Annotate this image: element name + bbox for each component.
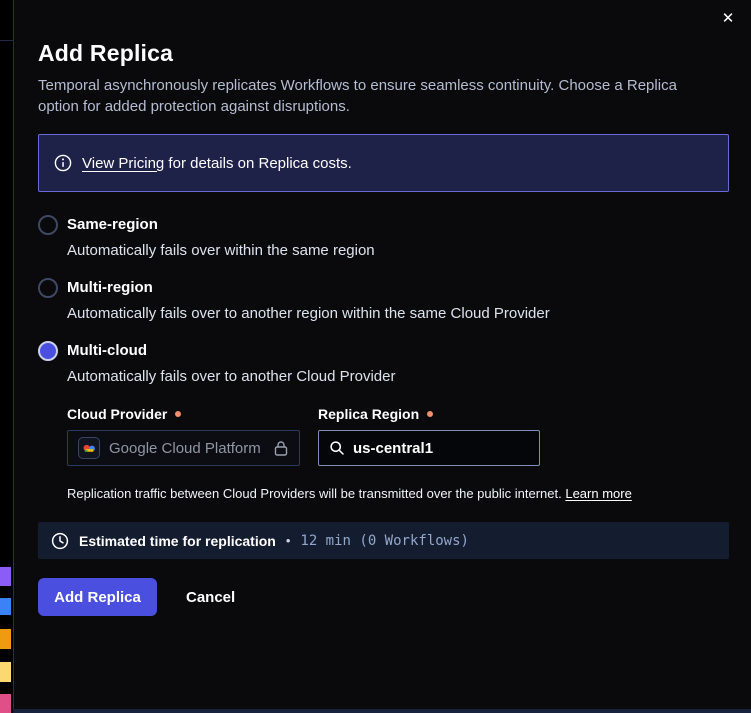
option-body: Multi-cloud Automatically fails over to … bbox=[67, 341, 632, 502]
public-internet-note: Replication traffic between Cloud Provid… bbox=[67, 485, 632, 502]
modal-subtitle: Temporal asynchronously replicates Workf… bbox=[38, 75, 716, 117]
radio-same-region[interactable] bbox=[38, 215, 58, 235]
modal-title: Add Replica bbox=[38, 40, 729, 67]
option-label: Multi-region bbox=[67, 278, 550, 298]
option-label: Same-region bbox=[67, 215, 375, 235]
multi-cloud-form: Cloud Provider bbox=[67, 405, 632, 466]
replica-region-field: Replica Region bbox=[318, 405, 540, 466]
lock-icon bbox=[273, 440, 289, 457]
replica-region-label: Replica Region bbox=[318, 405, 540, 423]
info-icon bbox=[54, 154, 72, 172]
field-label-text: Replica Region bbox=[318, 405, 419, 423]
cloud-provider-value: Google Cloud Platform bbox=[109, 440, 261, 457]
view-pricing-link[interactable]: View Pricing bbox=[82, 155, 164, 172]
option-body: Same-region Automatically fails over wit… bbox=[67, 215, 375, 261]
cloud-provider-field: Cloud Provider bbox=[67, 405, 300, 466]
learn-more-link[interactable]: Learn more bbox=[565, 486, 631, 501]
note-text: Replication traffic between Cloud Provid… bbox=[67, 486, 565, 501]
required-dot bbox=[427, 411, 433, 417]
backdrop-stripe bbox=[0, 598, 11, 615]
cancel-button[interactable]: Cancel bbox=[186, 589, 235, 606]
clock-icon bbox=[51, 532, 69, 550]
cloud-provider-label: Cloud Provider bbox=[67, 405, 300, 423]
option-description: Automatically fails over to another Clou… bbox=[67, 367, 632, 387]
banner-text-rest: for details on Replica costs. bbox=[164, 155, 352, 172]
option-body: Multi-region Automatically fails over to… bbox=[67, 278, 550, 324]
field-label-text: Cloud Provider bbox=[67, 405, 167, 423]
replica-region-input[interactable] bbox=[353, 440, 513, 457]
option-multi-cloud[interactable]: Multi-cloud Automatically fails over to … bbox=[38, 341, 729, 502]
option-description: Automatically fails over to another regi… bbox=[67, 304, 550, 324]
backdrop-stripe bbox=[0, 662, 11, 682]
gcp-icon bbox=[78, 437, 100, 459]
backdrop-bottom-strip bbox=[13, 709, 751, 713]
backdrop-stripe bbox=[0, 629, 11, 649]
close-icon: ✕ bbox=[722, 10, 735, 27]
backdrop-stripe bbox=[0, 694, 11, 713]
backdrop-divider bbox=[0, 40, 13, 41]
option-multi-region[interactable]: Multi-region Automatically fails over to… bbox=[38, 278, 729, 324]
add-replica-button[interactable]: Add Replica bbox=[38, 578, 157, 616]
close-button[interactable]: ✕ bbox=[717, 8, 739, 30]
replica-options: Same-region Automatically fails over wit… bbox=[38, 215, 729, 502]
option-description: Automatically fails over within the same… bbox=[67, 241, 375, 261]
pricing-banner: View Pricing for details on Replica cost… bbox=[38, 134, 729, 192]
replica-region-box[interactable] bbox=[318, 430, 540, 466]
modal-actions: Add Replica Cancel bbox=[38, 578, 729, 616]
backdrop-stripes bbox=[0, 0, 13, 713]
estimate-label: Estimated time for replication bbox=[79, 533, 276, 549]
page: ✕ Add Replica Temporal asynchronously re… bbox=[0, 0, 751, 713]
radio-multi-region[interactable] bbox=[38, 278, 58, 298]
estimate-value: 12 min (0 Workflows) bbox=[300, 533, 469, 549]
estimate-separator: • bbox=[286, 533, 291, 548]
add-replica-modal: ✕ Add Replica Temporal asynchronously re… bbox=[13, 0, 751, 709]
radio-multi-cloud[interactable] bbox=[38, 341, 58, 361]
estimate-bar: Estimated time for replication • 12 min … bbox=[38, 522, 729, 559]
backdrop-stripe bbox=[0, 567, 11, 586]
required-dot bbox=[175, 411, 181, 417]
option-same-region[interactable]: Same-region Automatically fails over wit… bbox=[38, 215, 729, 261]
cloud-provider-select[interactable]: Google Cloud Platform bbox=[67, 430, 300, 466]
search-icon bbox=[329, 440, 345, 456]
banner-text: View Pricing for details on Replica cost… bbox=[82, 155, 352, 172]
option-label: Multi-cloud bbox=[67, 341, 632, 361]
